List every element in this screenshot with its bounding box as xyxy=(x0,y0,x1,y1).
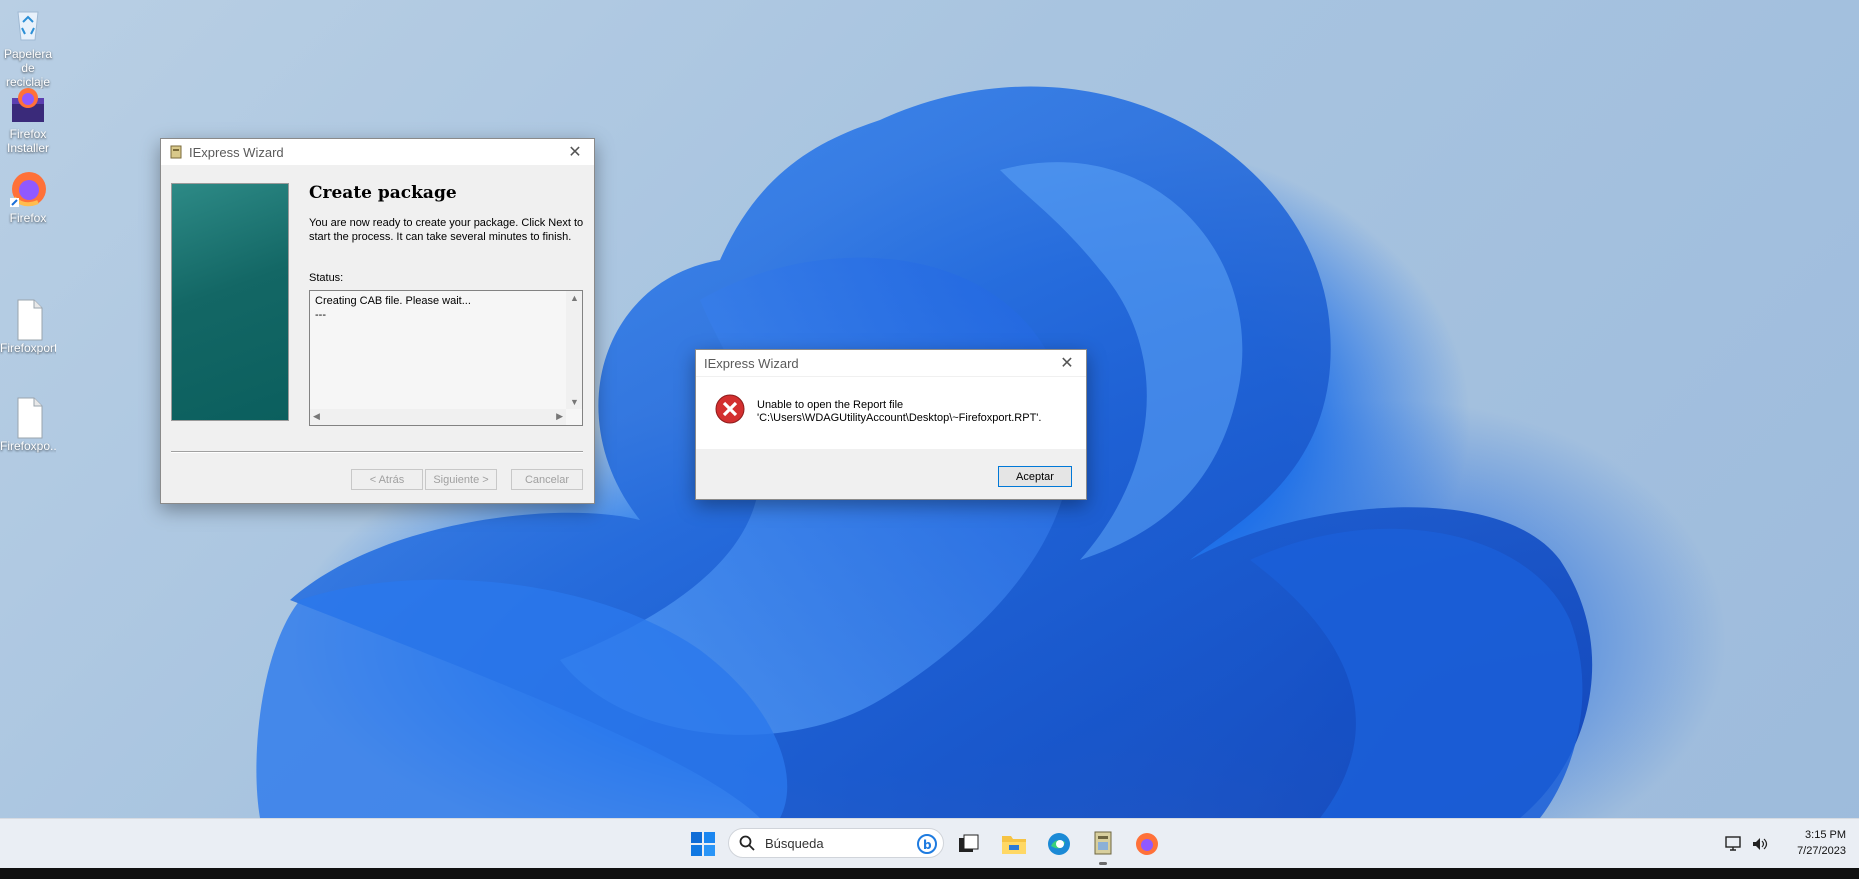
network-icon[interactable] xyxy=(1721,829,1745,859)
edge-icon xyxy=(1048,833,1070,855)
folder-icon xyxy=(1002,836,1026,854)
cancel-button[interactable]: Cancelar xyxy=(511,469,583,490)
file-explorer-button[interactable] xyxy=(999,829,1029,859)
document-icon xyxy=(8,396,48,439)
wizard-heading: Create package xyxy=(309,183,457,203)
wizard-titlebar[interactable]: IExpress Wizard ✕ xyxy=(161,139,594,165)
active-window-indicator xyxy=(1099,862,1107,865)
firefox-taskbar-button[interactable] xyxy=(1132,829,1162,859)
task-view-button[interactable] xyxy=(954,829,984,859)
desktop-icon-file-1[interactable]: Firefoxport.... xyxy=(0,298,56,355)
desktop-icon-firefox-installer[interactable]: Firefox Installer xyxy=(0,84,56,155)
status-line: --- xyxy=(315,309,326,321)
screen-bottom-edge xyxy=(0,868,1859,879)
desktop-icon-label: Firefoxport.... xyxy=(0,341,56,355)
firefox-installer-icon xyxy=(8,84,48,124)
status-line: Creating CAB file. Please wait... xyxy=(315,295,471,307)
volume-icon[interactable] xyxy=(1748,829,1772,859)
close-icon[interactable]: ✕ xyxy=(1056,353,1078,373)
desktop-icon-recycle-bin[interactable]: Papelera de reciclaje xyxy=(0,4,56,89)
taskbar: Búsqueda b 3:15 PM 7/27/2023 xyxy=(0,818,1859,869)
desktop-icon-label: Firefox xyxy=(9,211,47,225)
error-dialog: IExpress Wizard ✕ Unable to open the Rep… xyxy=(695,349,1087,500)
desktop-icon-file-2[interactable]: Firefoxpo... xyxy=(0,396,56,453)
iexpress-taskbar-button[interactable] xyxy=(1088,829,1118,865)
taskbar-search-box[interactable]: Búsqueda b xyxy=(728,828,944,858)
desktop-icon-label: Firefox Installer xyxy=(6,127,50,155)
svg-text:b: b xyxy=(923,838,932,852)
scroll-left-icon[interactable]: ◀ xyxy=(313,411,320,422)
error-message-line1: Unable to open the Report file xyxy=(757,399,904,411)
firefox-icon xyxy=(8,168,48,208)
wizard-title: IExpress Wizard xyxy=(189,144,284,160)
scroll-up-icon[interactable]: ▲ xyxy=(570,293,579,303)
taskbar-clock[interactable]: 3:15 PM 7/27/2023 xyxy=(1776,827,1846,859)
close-icon[interactable]: ✕ xyxy=(564,142,586,162)
wizard-divider xyxy=(171,451,583,453)
scroll-right-icon[interactable]: ▶ xyxy=(556,411,563,422)
back-button[interactable]: < Atrás xyxy=(351,469,423,490)
firefox-icon xyxy=(1136,833,1158,855)
windows-icon xyxy=(691,832,715,856)
error-icon xyxy=(715,394,745,427)
error-dialog-titlebar[interactable]: IExpress Wizard ✕ xyxy=(696,350,1086,376)
bing-icon: b xyxy=(917,834,937,857)
desktop-icon-label: Firefoxpo... xyxy=(0,439,56,453)
search-icon xyxy=(739,835,755,854)
start-button[interactable] xyxy=(688,829,718,859)
vertical-scrollbar[interactable]: ▲ ▼ xyxy=(566,291,582,409)
desktop-icon-firefox[interactable]: Firefox xyxy=(0,168,56,225)
ok-button[interactable]: Aceptar xyxy=(998,466,1072,487)
error-dialog-body: Unable to open the Report file 'C:\Users… xyxy=(696,377,1086,449)
document-icon xyxy=(8,298,48,341)
clock-time: 3:15 PM xyxy=(1805,829,1846,841)
next-button[interactable]: Siguiente > xyxy=(425,469,497,490)
task-view-icon xyxy=(959,834,979,852)
iexpress-wizard-window: IExpress Wizard ✕ Create package You are… xyxy=(160,138,595,504)
search-placeholder: Búsqueda xyxy=(765,836,824,851)
recycle-bin-icon xyxy=(8,4,48,44)
error-dialog-title: IExpress Wizard xyxy=(704,355,799,371)
wizard-side-panel xyxy=(171,183,289,421)
iexpress-icon xyxy=(1094,831,1112,855)
scroll-down-icon[interactable]: ▼ xyxy=(570,397,579,407)
edge-button[interactable] xyxy=(1044,829,1074,859)
horizontal-scrollbar[interactable]: ◀ ▶ xyxy=(310,409,566,425)
wizard-description: You are now ready to create your package… xyxy=(309,217,584,243)
error-message-line2: 'C:\Users\WDAGUtilityAccount\Desktop\~Fi… xyxy=(757,412,1042,424)
clock-date: 7/27/2023 xyxy=(1797,845,1846,857)
iexpress-app-icon xyxy=(169,145,183,159)
desktop-icon-label: Papelera de reciclaje xyxy=(3,47,53,89)
status-label: Status: xyxy=(309,272,344,284)
status-textbox: Creating CAB file. Please wait... --- ▲ … xyxy=(309,290,583,426)
